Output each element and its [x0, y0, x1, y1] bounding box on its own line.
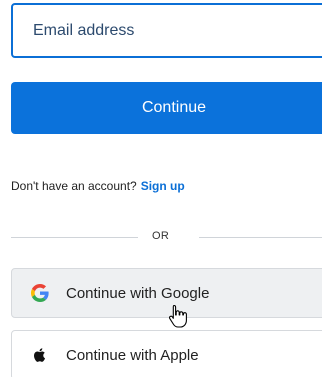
- continue-button[interactable]: Continue: [11, 82, 322, 134]
- signup-prompt-line: Don't have an account? Sign up: [11, 179, 185, 193]
- or-divider-label: OR: [152, 230, 170, 242]
- signup-link[interactable]: Sign up: [141, 179, 185, 193]
- apple-icon: [31, 346, 49, 364]
- login-panel: Continue Don't have an account? Sign up O…: [0, 0, 322, 377]
- signup-prompt-text: Don't have an account?: [11, 179, 137, 193]
- apple-button-label: Continue with Apple: [66, 347, 199, 364]
- google-button-label: Continue with Google: [66, 285, 210, 302]
- email-field[interactable]: [11, 3, 322, 58]
- divider-right: [199, 237, 322, 238]
- divider-left: [11, 237, 138, 238]
- continue-with-apple-button[interactable]: Continue with Apple: [11, 330, 322, 377]
- continue-with-google-button[interactable]: Continue with Google: [11, 268, 322, 318]
- google-icon: [31, 284, 49, 302]
